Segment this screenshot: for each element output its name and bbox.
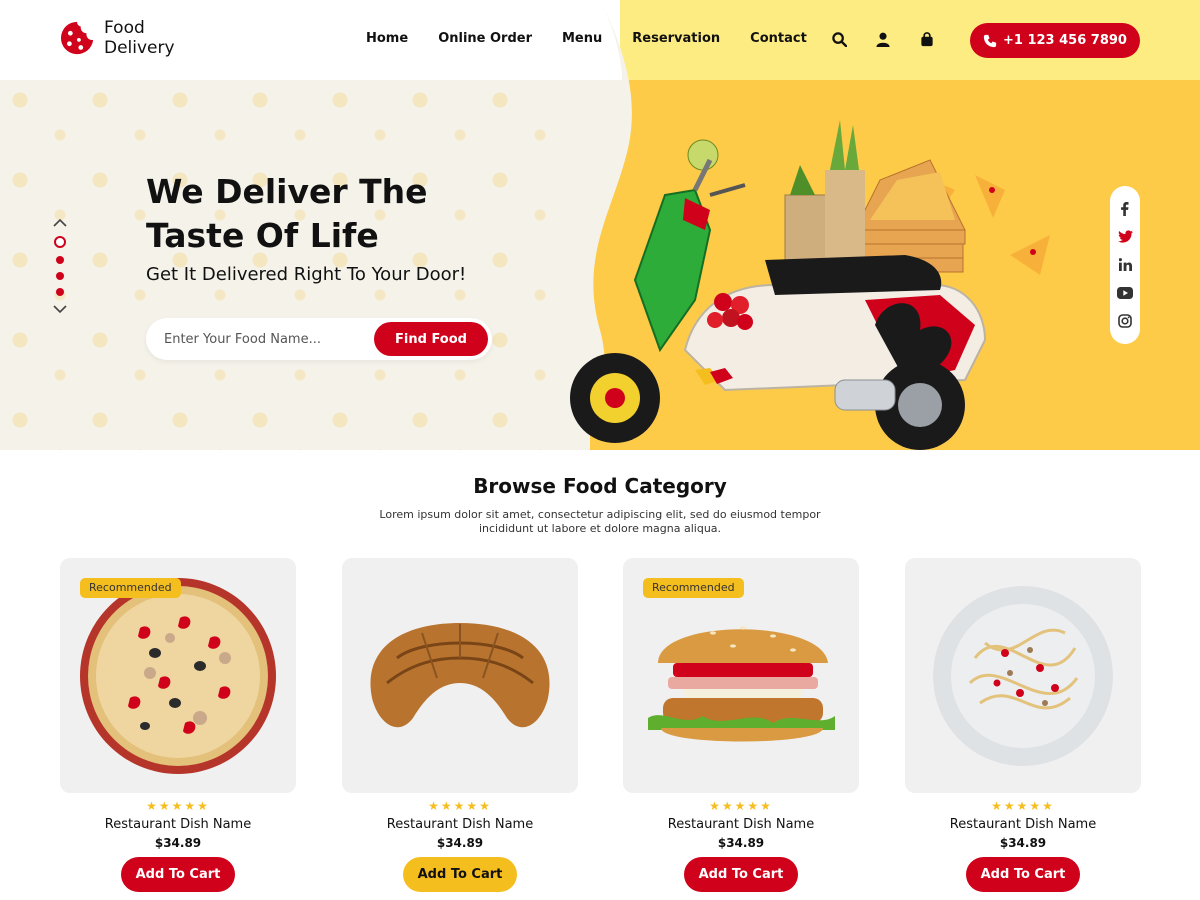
logo-text: Food Delivery [104,18,175,58]
dish-name[interactable]: Restaurant Dish Name [905,817,1141,832]
user-icon[interactable] [874,30,892,48]
dish-name[interactable]: Restaurant Dish Name [342,817,578,832]
delivery-scooter-image [570,120,1050,450]
food-card[interactable]: ★★★★★ Restaurant Dish Name $34.89 Add To… [905,558,1141,892]
hero-title-line-2: Taste Of Life [146,216,379,255]
logo-line-2: Delivery [104,38,175,58]
logo[interactable]: Food Delivery [58,18,175,58]
front-wheel-image [570,353,660,443]
add-to-cart-button[interactable]: Add To Cart [121,857,235,892]
main-nav: Home Online Order Menu Reservation Conta… [366,31,807,46]
dish-name[interactable]: Restaurant Dish Name [623,817,859,832]
food-card-image-frame[interactable]: Recommended [623,558,859,793]
nav-item-reservation[interactable]: Reservation [632,31,720,46]
food-card[interactable]: Recommended ★★★★★ Restaurant Dish Name $… [623,558,859,892]
hero-slider-controls [52,218,68,314]
phone-icon [983,34,997,47]
rating-stars: ★★★★★ [991,799,1055,813]
pizza-boxes-image [854,159,966,273]
nav-item-menu[interactable]: Menu [562,31,602,46]
chevron-down-icon[interactable] [53,304,67,314]
facebook-icon[interactable] [1117,200,1133,217]
linkedin-icon[interactable] [1117,256,1133,273]
recommended-badge: Recommended [80,578,181,598]
nav-item-home[interactable]: Home [366,31,408,46]
shopping-bag-icon[interactable] [918,30,936,48]
slider-dot-1[interactable] [54,236,66,248]
youtube-icon[interactable] [1117,284,1133,301]
rating-stars: ★★★★★ [709,799,773,813]
food-card[interactable]: ★★★★★ Restaurant Dish Name $34.89 Add To… [342,558,578,892]
hero-title-line-1: We Deliver The [146,172,428,211]
instagram-icon[interactable] [1117,312,1133,329]
phone-button[interactable]: +1 123 456 7890 [970,23,1140,58]
section-description: Lorem ipsum dolor sit amet, consectetur … [379,508,821,535]
add-to-cart-button[interactable]: Add To Cart [684,857,798,892]
slider-dot-2[interactable] [56,256,64,264]
croissant-image [370,623,550,728]
cookie-logo-icon [60,21,94,55]
food-search-box: Find Food [146,318,492,360]
nav-item-contact[interactable]: Contact [750,31,807,46]
food-search-input[interactable] [164,318,364,360]
add-to-cart-button[interactable]: Add To Cart [403,857,517,892]
section-title: Browse Food Category [473,474,727,498]
food-card-image-frame[interactable] [905,558,1141,793]
food-card-image-frame[interactable] [342,558,578,793]
food-card[interactable]: Recommended ★★★★★ Restaurant Dish Name $… [60,558,296,892]
hero-subtitle: Get It Delivered Right To Your Door! [146,264,467,285]
recommended-badge: Recommended [643,578,744,598]
twitter-icon[interactable] [1117,228,1133,245]
dish-price: $34.89 [999,836,1047,850]
header-icons [830,30,936,48]
rating-stars: ★★★★★ [146,799,210,813]
food-card-image-frame[interactable]: Recommended [60,558,296,793]
dish-name[interactable]: Restaurant Dish Name [60,817,296,832]
slider-dot-4[interactable] [56,288,64,296]
grocery-bags-image [784,120,865,271]
nav-item-online-order[interactable]: Online Order [438,31,532,46]
phone-number: +1 123 456 7890 [1003,33,1127,48]
add-to-cart-button[interactable]: Add To Cart [966,857,1080,892]
search-icon[interactable] [830,30,848,48]
find-food-button[interactable]: Find Food [374,322,488,356]
dish-price: $34.89 [436,836,484,850]
pasta-image [933,586,1113,766]
dish-price: $34.89 [717,836,765,850]
hero-title: We Deliver The Taste Of Life [146,170,586,258]
slider-dot-3[interactable] [56,272,64,280]
social-links [1110,186,1140,344]
chevron-up-icon[interactable] [53,218,67,228]
logo-line-1: Food [104,18,145,38]
dish-price: $34.89 [154,836,202,850]
rating-stars: ★★★★★ [428,799,492,813]
